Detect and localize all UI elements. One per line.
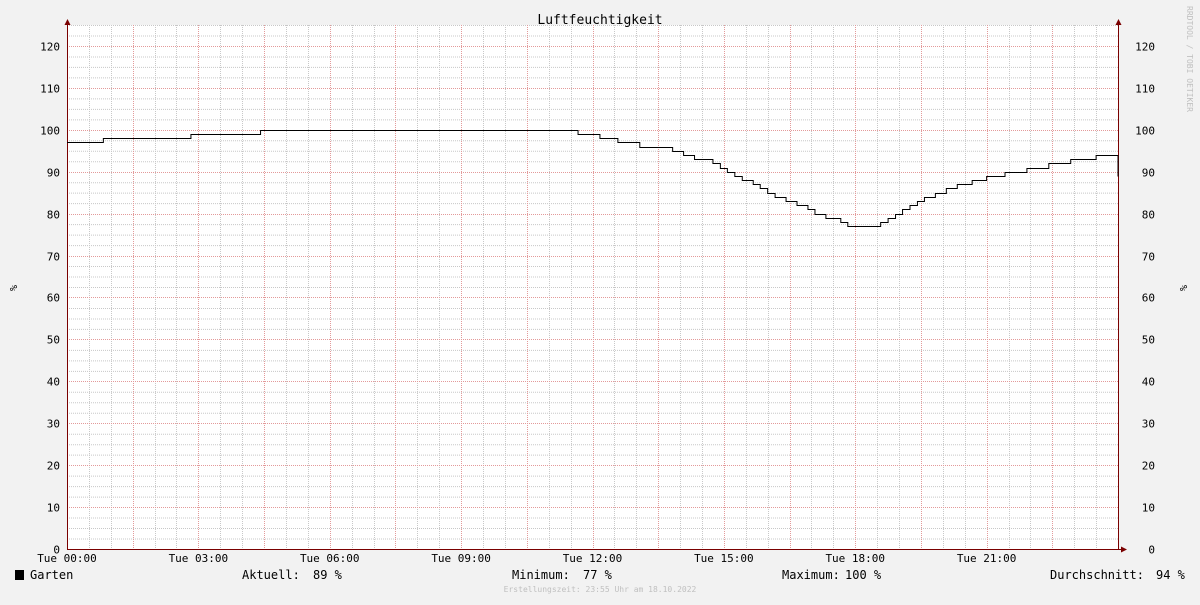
chart-svg: 0102030405060708090100110120 01020304050… [0, 0, 1200, 600]
y-tick-label-left: 20 [47, 460, 60, 473]
legend-stat-minimum-value: 77 % [583, 568, 613, 582]
legend-stat-maximum-label: Maximum: [782, 568, 840, 582]
x-tick-label: Tue 00:00 [37, 552, 97, 565]
legend-stat-minimum-label: Minimum: [512, 568, 570, 582]
legend-stat-aktuell-value: 89 % [313, 568, 343, 582]
legend-stat-durchschnitt-label: Durchschnitt: [1050, 568, 1144, 582]
y-tick-label-left: 90 [47, 167, 60, 180]
y-tick-label-left: 120 [40, 41, 60, 54]
y-tick-label-right: 30 [1142, 418, 1155, 431]
x-tick-label: Tue 03:00 [169, 552, 229, 565]
y-tick-label-right: 40 [1142, 376, 1155, 389]
legend-series-name: Garten [30, 568, 73, 582]
y-tick-label-left: 30 [47, 418, 60, 431]
y-tick-label-right: 110 [1135, 83, 1155, 96]
y-tick-label-left: 60 [47, 292, 60, 305]
y-tick-label-right: 90 [1142, 167, 1155, 180]
y-axis-label-left: % [7, 285, 18, 291]
x-tick-label: Tue 12:00 [563, 552, 623, 565]
legend-stat-durchschnitt-value: 94 % [1156, 568, 1186, 582]
y-tick-label-left: 110 [40, 83, 60, 96]
footer-timestamp: Erstellungszeit: 23:55 Uhr am 18.10.2022 [504, 585, 697, 594]
y-tick-label-right: 50 [1142, 334, 1155, 347]
x-tick-label: Tue 06:00 [300, 552, 360, 565]
watermark: RRDTOOL / TOBI OETIKER [1185, 6, 1194, 112]
legend-swatch [15, 570, 24, 580]
y-tick-label-left: 40 [47, 376, 60, 389]
y-tick-label-right: 20 [1142, 460, 1155, 473]
y-tick-label-right: 60 [1142, 292, 1155, 305]
y-tick-label-right: 70 [1142, 251, 1155, 264]
y-tick-label-left: 10 [47, 502, 60, 515]
x-tick-label: Tue 21:00 [957, 552, 1017, 565]
legend-stat-aktuell-label: Aktuell: [242, 568, 300, 582]
y-tick-label-left: 80 [47, 209, 60, 222]
y-tick-label-right: 100 [1135, 125, 1155, 138]
y-tick-label-left: 100 [40, 125, 60, 138]
y-tick-label-right: 120 [1135, 41, 1155, 54]
chart: 0 10 20 30 40 50 60 70 80 90 100 110 120 0 10 20 30 40 50… [0, 0, 1200, 600]
x-tick-label: Tue 18:00 [825, 552, 885, 565]
plot-canvas [67, 25, 1118, 549]
y-tick-label-right: 0 [1148, 544, 1155, 557]
y-tick-label-right: 80 [1142, 209, 1155, 222]
legend-stat-maximum-value: 100 % [845, 568, 882, 582]
x-tick-label: Tue 15:00 [694, 552, 754, 565]
chart-title: Luftfeuchtigkeit [537, 13, 662, 28]
y-axis-label-right: % [1177, 285, 1188, 291]
y-tick-label-left: 70 [47, 251, 60, 264]
x-tick-label: Tue 09:00 [431, 552, 491, 565]
y-tick-label-left: 50 [47, 334, 60, 347]
y-tick-label-right: 10 [1142, 502, 1155, 515]
